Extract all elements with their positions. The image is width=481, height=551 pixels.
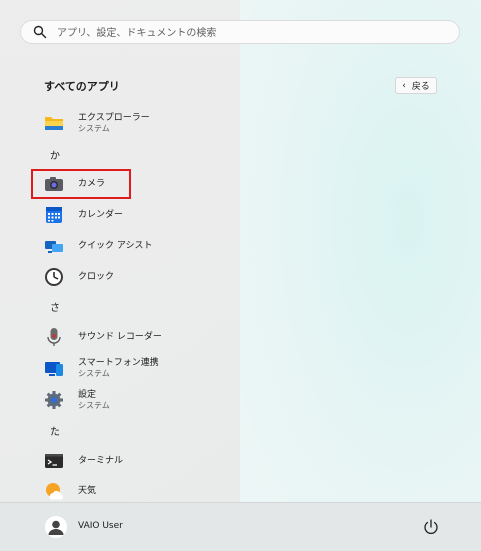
weather-icon [44,481,64,501]
search-icon [33,25,47,39]
app-item-calendar[interactable]: カレンダー [44,202,224,228]
app-item-explorer[interactable]: エクスプローラー システム [44,110,224,136]
app-item-quick-assist[interactable]: クイック アシスト [44,233,224,259]
app-item-settings[interactable]: 設定 システム [44,387,224,413]
app-item-clock[interactable]: クロック [44,264,224,290]
terminal-icon [44,451,64,471]
section-letter-ta[interactable]: た [50,423,60,438]
microphone-icon [44,327,64,347]
app-name: エクスプローラー [78,112,150,123]
app-name: 設定 [78,389,97,400]
app-item-phone-link[interactable]: スマートフォン連携 システム [44,355,224,381]
search-box[interactable] [20,20,460,44]
back-button-label: 戻る [411,82,430,92]
app-item-weather[interactable]: 天気 [44,478,224,504]
all-apps-heading: すべてのアプリ [44,80,120,93]
app-item-terminal[interactable]: ターミナル [44,448,224,474]
quick-assist-icon [44,236,64,256]
folder-icon [44,113,64,133]
app-name: サウンド レコーダー [78,331,162,342]
app-name: クロック [78,271,115,282]
calendar-icon [44,205,64,225]
search-input[interactable] [55,24,439,42]
app-name: スマートフォン連携 [78,357,159,368]
app-name: ターミナル [78,455,124,466]
power-icon [424,519,438,534]
app-subtitle: システム [78,400,110,410]
phone-link-icon [44,358,64,378]
start-menu-footer [0,502,481,551]
section-letter-sa[interactable]: さ [50,299,60,314]
app-subtitle: システム [78,123,110,133]
user-avatar-icon[interactable] [45,516,67,538]
app-item-sound-recorder[interactable]: サウンド レコーダー [44,324,224,350]
clock-icon [44,267,64,287]
app-name: カレンダー [78,209,124,220]
start-menu-background [240,0,481,550]
app-name: 天気 [78,485,97,496]
camera-highlight-box [31,169,131,199]
app-name: クイック アシスト [78,240,153,251]
app-subtitle: システム [78,368,110,378]
user-name[interactable]: VAIO User [78,521,123,531]
power-button[interactable] [422,518,440,536]
section-letter-ka[interactable]: か [50,147,60,162]
chevron-left-icon: ‹ [402,80,406,91]
back-button[interactable]: ‹ 戻る [395,77,437,94]
gear-icon [44,390,64,410]
